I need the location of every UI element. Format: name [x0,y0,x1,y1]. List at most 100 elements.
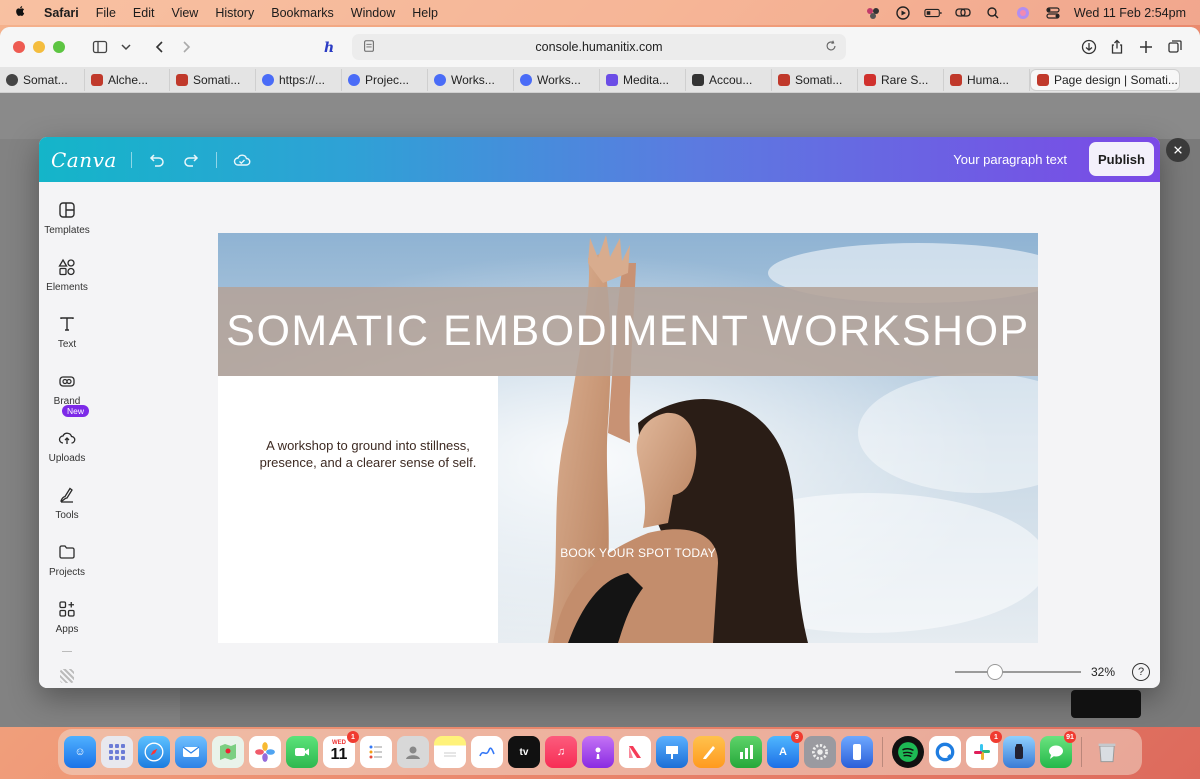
new-tab-icon[interactable] [1133,34,1159,60]
menu-help[interactable]: Help [412,6,438,20]
browser-tab[interactable]: Medita... [600,68,686,91]
menu-view[interactable]: View [171,6,198,20]
maps-icon[interactable] [212,736,244,768]
sidebar-item-templates[interactable]: Templates [39,200,95,250]
play-icon[interactable] [894,5,912,20]
share-icon[interactable] [1104,34,1130,60]
cloud-saved-icon[interactable] [231,149,253,171]
minimize-window-button[interactable] [33,41,45,53]
sidebar-item-uploads[interactable]: Uploads [39,428,95,478]
control-center-icon[interactable] [1044,6,1062,20]
browser-tab[interactable]: Rare S... [858,68,944,91]
tab-overview-icon[interactable] [1162,34,1188,60]
menu-edit[interactable]: Edit [133,6,155,20]
status-app-icon[interactable] [864,6,882,20]
photos-icon[interactable] [249,736,281,768]
sidebar-item-elements[interactable]: Elements [39,257,95,307]
safari-icon[interactable] [138,736,170,768]
screen-mirroring-icon[interactable] [954,6,972,20]
browser-tab[interactable]: Huma... [944,68,1030,91]
news-icon[interactable] [619,736,651,768]
workshop-title[interactable]: SOMATIC EMBODIMENT WORKSHOP [226,307,1029,356]
notes-icon[interactable] [434,736,466,768]
slack-icon[interactable]: 1 [966,731,1002,768]
pages-icon[interactable] [693,736,725,768]
browser-tab[interactable]: Works... [428,68,514,91]
browser-tab[interactable]: Works... [514,68,600,91]
download-icon[interactable] [1076,34,1102,60]
undo-icon[interactable] [146,149,168,171]
close-modal-button[interactable] [1166,138,1190,162]
zoom-level[interactable]: 32% [1091,665,1115,679]
calendar-day: 11 [330,746,348,763]
redo-icon[interactable] [180,149,202,171]
more-icon[interactable] [60,669,74,683]
menu-history[interactable]: History [215,6,254,20]
url-text[interactable]: console.humanitix.com [535,40,662,54]
apple-tv-icon[interactable]: tv [508,736,540,768]
music-icon[interactable]: ♫ [545,736,577,768]
trash-icon[interactable] [1091,736,1123,768]
numbers-icon[interactable] [730,736,762,768]
app-store-icon[interactable]: A9 [767,731,803,768]
finder-icon[interactable]: ☺ [64,736,96,768]
book-cta-text[interactable]: BOOK YOUR SPOT TODAY [548,546,728,560]
address-bar[interactable]: console.humanitix.com [352,34,846,60]
battery-icon[interactable] [924,6,942,20]
system-settings-icon[interactable] [804,736,836,768]
spotify-icon[interactable] [892,736,924,768]
browser-tab[interactable]: Accou... [686,68,772,91]
menu-window[interactable]: Window [351,6,395,20]
chevron-down-icon[interactable] [113,34,139,60]
help-button[interactable]: ? [1132,663,1150,681]
forward-icon[interactable] [173,34,199,60]
mail-icon[interactable] [175,736,207,768]
contacts-icon[interactable] [397,736,429,768]
apple-menu-icon[interactable] [14,4,30,21]
calendar-icon[interactable]: WED 11 1 [323,731,359,768]
reload-icon[interactable] [824,39,838,56]
design-canvas[interactable]: SOMATIC EMBODIMENT WORKSHOP A workshop t… [218,233,1038,643]
menu-bookmarks[interactable]: Bookmarks [271,6,334,20]
menu-file[interactable]: File [96,6,116,20]
browser-tab[interactable]: Projec... [342,68,428,91]
freeform-icon[interactable] [471,736,503,768]
keynote-icon[interactable] [656,736,688,768]
browser-tab[interactable]: Somati... [772,68,858,91]
sidebar-toggle-icon[interactable] [87,34,113,60]
close-window-button[interactable] [13,41,25,53]
search-icon[interactable] [984,6,1002,20]
browser-tab[interactable]: https://... [256,68,342,91]
sidebar-item-brand[interactable]: Brand [39,371,95,421]
sidebar-item-text[interactable]: Text [39,314,95,364]
menu-clock[interactable]: Wed 11 Feb 2:54pm [1074,6,1186,20]
reader-icon[interactable] [362,39,376,56]
zoom-window-button[interactable] [53,41,65,53]
utility-app-icon[interactable] [1003,736,1035,768]
messages-icon[interactable]: 91 [1040,731,1076,768]
facetime-icon[interactable] [286,736,318,768]
sidebar-item-projects[interactable]: Projects [39,542,95,592]
iphone-mirroring-icon[interactable] [841,736,873,768]
siri-icon[interactable] [1014,6,1032,20]
browser-tab[interactable]: Alche... [85,68,170,91]
back-icon[interactable] [147,34,173,60]
zoom-slider-track[interactable] [955,671,1081,673]
browser-tab[interactable]: Somati... [170,68,256,91]
podcasts-icon[interactable] [582,736,614,768]
zoom-slider-handle[interactable] [987,664,1003,680]
browser-tab[interactable]: Somat... [0,68,85,91]
workshop-description[interactable]: A workshop to ground into stillness, pre… [248,437,488,471]
sidebar-item-label: Uploads [48,453,86,464]
launchpad-icon[interactable] [101,736,133,768]
publish-button[interactable]: Publish [1089,142,1154,176]
quicktime-icon[interactable] [929,736,961,768]
dock-separator [882,737,883,767]
browser-tab-active[interactable]: Page design | Somati... [1030,68,1180,91]
reminders-icon[interactable] [360,736,392,768]
menu-app-name[interactable]: Safari [44,6,79,20]
sidebar-item-tools[interactable]: Tools [39,485,95,535]
sidebar-item-apps[interactable]: Apps [39,599,95,649]
title-banner[interactable]: SOMATIC EMBODIMENT WORKSHOP [218,287,1038,376]
paragraph-text-label[interactable]: Your paragraph text [953,152,1067,167]
